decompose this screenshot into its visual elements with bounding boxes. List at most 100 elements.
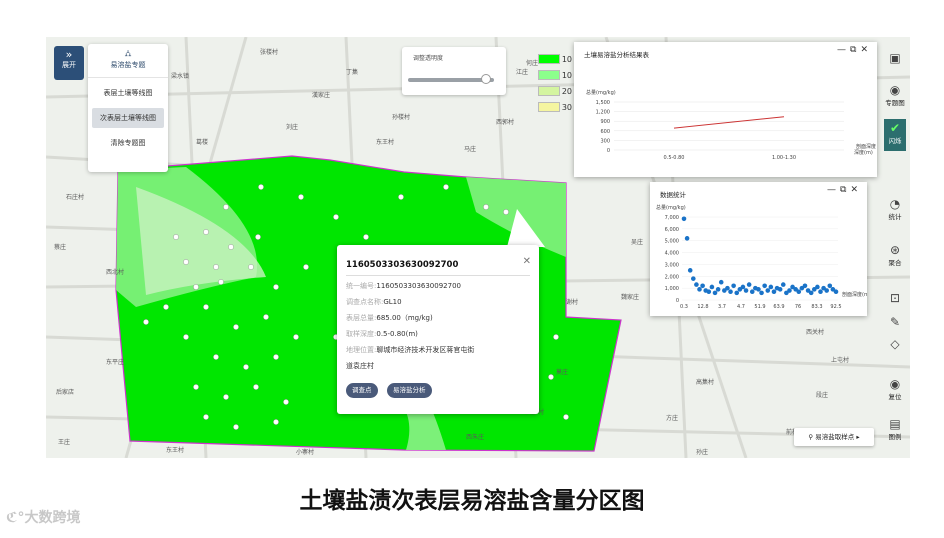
legend-swatch: [538, 102, 560, 112]
map-label: 梁水镇: [171, 73, 190, 80]
popup-row: 取样深度:0.5-0.80(m): [346, 329, 418, 339]
survey-point-button[interactable]: 调查点: [346, 383, 378, 398]
line-chart: 总量(mg/kg) 1,500 1,200 900 600 300 0 0.5-0.80 1.0…: [586, 89, 876, 161]
data-point: [706, 289, 712, 294]
x-tick-label: 51.9: [754, 304, 765, 310]
sample-point-toggle[interactable]: ⚲ 易溶盐取样点 ▸: [794, 428, 874, 446]
tool-label: 聚合: [888, 259, 902, 267]
y-tick-label: 1,200: [596, 110, 610, 116]
opacity-panel: 调整透明度: [402, 47, 506, 95]
sample-point: [263, 314, 269, 320]
tool-label: 图例: [888, 433, 902, 441]
sample-point: [443, 184, 449, 190]
data-point: [787, 288, 792, 293]
map-label: 西郭村: [496, 119, 515, 126]
topic-panel-header: ⛼ 易溶盐专题: [88, 44, 168, 78]
sample-point: [243, 364, 249, 370]
map-label: 莫庄: [556, 369, 569, 376]
legend-label: 10: [561, 54, 572, 64]
close-icon[interactable]: ✕: [523, 256, 531, 267]
map-label: 西北村: [106, 269, 125, 276]
sample-point: [363, 234, 369, 240]
topic-item-subsurface[interactable]: 次表层土壤等线图: [92, 108, 164, 128]
reset-button[interactable]: ◉ 复位: [884, 377, 906, 401]
sample-point: [218, 279, 224, 285]
aggregate-button[interactable]: ⊛ 聚合: [884, 243, 906, 267]
popup-key: 表层总量:: [346, 314, 377, 322]
layers-button[interactable]: ▣: [884, 51, 906, 65]
data-point: [687, 268, 693, 273]
sample-point: [283, 399, 289, 405]
sample-point: [213, 354, 219, 360]
popup-key: 统一编号:: [346, 282, 377, 290]
salt-icon: ⛼: [124, 49, 132, 59]
map-label: 王庄: [58, 439, 71, 446]
data-point: [756, 287, 761, 292]
y-tick-label: 4,000: [665, 251, 679, 257]
sample-point: [163, 304, 169, 310]
sample-point: [258, 184, 264, 190]
opacity-slider-knob[interactable]: [481, 74, 491, 84]
map-label: 葛楼: [196, 139, 209, 146]
map-label: 东平庄: [106, 359, 125, 366]
sample-point: [248, 264, 254, 270]
popup-row: 统一编号:1160503303630092700: [346, 281, 461, 291]
statistics-button[interactable]: ◔ 统计: [884, 197, 906, 221]
popup-title: 1160503303630092700: [346, 260, 459, 270]
legend-label: 20: [561, 86, 572, 96]
sample-point: [553, 334, 559, 340]
line-chart-window: 土壤易溶盐分析结果表 —⧉✕ 总量(mg/kg) 1,500 1,200 900 600…: [574, 42, 877, 177]
y-tick-label: 1,000: [665, 286, 679, 292]
data-point: [709, 284, 715, 290]
sample-popup: 1160503303630092700 ✕ 统一编号:1160503303630…: [337, 245, 539, 414]
popup-row: 表层总量:685.00（mg/kg): [346, 313, 433, 323]
salt-analysis-button[interactable]: 易溶盐分析: [387, 383, 432, 398]
measure-line-button[interactable]: ✎: [884, 315, 906, 329]
map-label: 东王村: [376, 139, 395, 146]
data-point: [681, 216, 687, 222]
topic-panel-title: 易溶盐专题: [110, 61, 146, 69]
data-point: [749, 289, 755, 294]
sample-point: [193, 284, 199, 290]
topic-map-button[interactable]: ◉ 专题图: [884, 83, 906, 107]
sample-point: [293, 334, 299, 340]
y-tick-label: 0: [676, 298, 679, 304]
data-point: [827, 283, 833, 289]
sample-point: [193, 384, 199, 390]
y-tick-label: 300: [600, 138, 610, 144]
map-label: 何庄: [526, 60, 539, 67]
popup-row: 调查点名称:GL10: [346, 297, 402, 307]
x-tick-label: 0.5-0.80: [664, 155, 685, 161]
sample-point: [143, 319, 149, 325]
map-label: 段庄: [816, 392, 829, 399]
double-chevron-icon: »: [65, 48, 73, 61]
legend-button[interactable]: ▤ 图例: [884, 417, 906, 441]
logo-text: 大数跨境: [24, 510, 81, 526]
y-axis-label: 总量(mg/kg): [586, 89, 616, 96]
topic-item-surface[interactable]: 表层土壤等线图: [92, 83, 164, 103]
data-point: [746, 282, 752, 287]
map-view[interactable]: 张楼村弧庄梁水镇尚村漢家庄孙楼村乔新街刘庄前大王庄马庄西郭村东王村何庄石庄村蔡庄…: [46, 37, 910, 458]
popup-key: 调查点名称:: [346, 298, 384, 306]
scatter-chart-window: 数据统计 —⧉✕ 总量(mg/kg) 7,000 6,000 5,000 4,000 3,…: [650, 182, 867, 316]
expand-button[interactable]: » 展开: [54, 46, 84, 80]
eraser-button[interactable]: ◇: [884, 337, 906, 351]
flash-button[interactable]: ✔ 闪烁: [884, 119, 906, 151]
map-label: 蔡庄: [54, 244, 67, 251]
topic-item-clear[interactable]: 清除专题图: [92, 133, 164, 153]
opacity-label: 调整透明度: [413, 55, 444, 62]
data-point: [715, 287, 721, 292]
tool-label: 复位: [888, 393, 902, 401]
data-point: [759, 290, 764, 296]
topic-panel: ⛼ 易溶盐专题 表层土壤等线图 次表层土壤等线图 清除专题图: [88, 44, 168, 172]
data-point: [740, 284, 746, 290]
sample-point: [203, 304, 209, 310]
map-label: 石庄村: [66, 194, 85, 201]
measure-area-button[interactable]: ⊡: [884, 291, 906, 305]
data-point: [833, 289, 839, 294]
map-label: 张楼村: [260, 49, 279, 56]
x-axis-label: 剖面深度: [856, 143, 876, 150]
sample-point: [183, 259, 189, 265]
map-label: 丁集: [346, 69, 359, 76]
y-tick-label: 6,000: [665, 227, 679, 233]
